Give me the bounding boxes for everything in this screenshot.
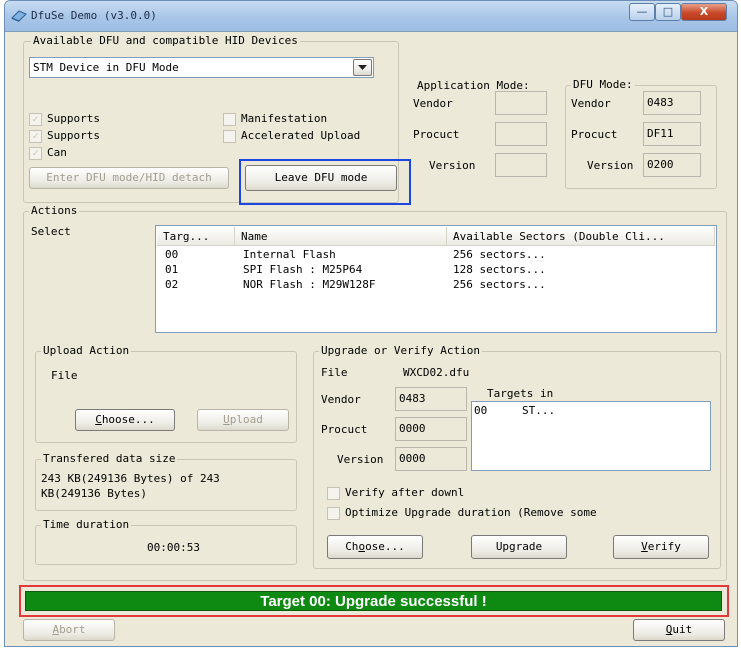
upgrade-file-value: WXCD02.dfu: [403, 366, 470, 379]
close-button[interactable]: X: [681, 3, 727, 21]
upgrade-verify-label: Upgrade or Verify Action: [319, 344, 482, 357]
transfer-size-value: 243 KB(249136 Bytes) of 243 KB(249136 By…: [41, 472, 220, 500]
abort-button[interactable]: Abort: [23, 619, 115, 641]
row-sectors: 128 sectors...: [453, 263, 546, 276]
app-icon: [11, 10, 27, 22]
row-name: Internal Flash: [243, 248, 336, 261]
upgrade-choose-button[interactable]: Choose...: [327, 535, 423, 559]
enter-dfu-mode-button[interactable]: Enter DFU mode/HID detach: [29, 167, 229, 189]
targets-in-label: Targets in: [487, 387, 554, 400]
dfuse-window: DfuSe Demo (v3.0.0) — □ X Available DFU …: [4, 0, 738, 647]
upgrade-vendor-field: 0483: [395, 387, 467, 411]
dfu-mode-label: DFU Mode:: [571, 78, 635, 91]
upgrade-button[interactable]: Upgrade: [471, 535, 567, 559]
device-select[interactable]: STM Device in DFU Mode: [29, 57, 374, 78]
upload-button[interactable]: Upload: [197, 409, 289, 431]
upgrade-product-field: 0000: [395, 417, 467, 441]
manifestation-label: Manifestation: [241, 112, 328, 125]
supports-label-2: Supports: [47, 129, 100, 142]
row-sectors: 256 sectors...: [453, 278, 546, 291]
time-duration-value: 00:00:53: [147, 541, 200, 554]
manifestation-checkbox[interactable]: [223, 113, 236, 126]
dfu-product-label: Procuct: [571, 128, 618, 141]
select-label: Select: [31, 225, 71, 238]
window-title: DfuSe Demo (v3.0.0): [31, 9, 157, 22]
upgrade-version-label: Version: [337, 453, 384, 466]
upload-action-label: Upload Action: [41, 344, 132, 357]
row-target: 00: [165, 248, 179, 261]
targets-list[interactable]: Targ... Name Available Sectors (Double C…: [155, 225, 717, 333]
dfu-vendor-field: 0483: [643, 91, 701, 115]
target-name: ST...: [522, 404, 556, 417]
supports-label-1: Supports: [47, 112, 100, 125]
upgrade-product-label: Procuct: [321, 423, 368, 436]
minimize-button[interactable]: —: [629, 3, 655, 21]
app-product-label: Procuct: [413, 128, 460, 141]
list-item[interactable]: 00 ST...: [474, 404, 708, 418]
verify-after-download-label: Verify after downl: [345, 486, 465, 499]
column-header-sectors[interactable]: Available Sectors (Double Cli...: [447, 227, 715, 246]
verify-button[interactable]: Verify: [613, 535, 709, 559]
device-select-value: STM Device in DFU Mode: [33, 61, 179, 74]
device-dropdown-button[interactable]: [353, 59, 372, 76]
row-sectors: 256 sectors...: [453, 248, 546, 261]
upgrade-vendor-label: Vendor: [321, 393, 361, 406]
column-header-target[interactable]: Targ...: [157, 227, 235, 246]
dfu-vendor-label: Vendor: [571, 97, 611, 110]
upload-choose-button[interactable]: Choose...: [75, 409, 175, 431]
row-name: NOR Flash : M29W128F: [243, 278, 376, 291]
dfu-product-field: DF11: [643, 122, 701, 146]
target-id: 00: [474, 404, 488, 417]
dfu-version-field: 0200: [643, 153, 701, 177]
targets-in-list[interactable]: 00 ST...: [471, 401, 711, 471]
row-target: 01: [165, 263, 179, 276]
supports-checkbox-1[interactable]: ✓: [29, 113, 42, 126]
maximize-button[interactable]: □: [655, 3, 681, 21]
transfer-size-label: Transfered data size: [41, 452, 178, 465]
highlight-leave-dfu: [239, 159, 411, 205]
title-bar[interactable]: DfuSe Demo (v3.0.0) — □ X: [5, 1, 737, 32]
optimize-upgrade-checkbox[interactable]: [327, 507, 340, 520]
quit-button[interactable]: Quit: [633, 619, 725, 641]
supports-checkbox-2[interactable]: ✓: [29, 130, 42, 143]
time-duration-label: Time duration: [41, 518, 132, 531]
app-version-label: Version: [429, 159, 476, 172]
app-vendor-label: Vendor: [413, 97, 453, 110]
chevron-down-icon: [358, 65, 367, 70]
table-row[interactable]: 02 NOR Flash : M29W128F 256 sectors...: [157, 278, 715, 293]
optimize-upgrade-label: Optimize Upgrade duration (Remove some: [345, 506, 597, 519]
row-name: SPI Flash : M25P64: [243, 263, 363, 276]
highlight-status: [19, 585, 729, 617]
upgrade-file-label: File: [321, 366, 348, 379]
column-header-name[interactable]: Name: [235, 227, 447, 246]
verify-after-download-checkbox[interactable]: [327, 487, 340, 500]
accelerated-upload-label: Accelerated Upload: [241, 129, 361, 142]
actions-label: Actions: [29, 204, 80, 217]
devices-group-label: Available DFU and compatible HID Devices: [31, 34, 300, 47]
accelerated-upload-checkbox[interactable]: [223, 130, 236, 143]
app-vendor-field: [495, 91, 547, 115]
app-product-field: [495, 122, 547, 146]
can-checkbox[interactable]: ✓: [29, 147, 42, 160]
table-row[interactable]: 00 Internal Flash 256 sectors...: [157, 248, 715, 263]
upgrade-version-field: 0000: [395, 447, 467, 471]
table-row[interactable]: 01 SPI Flash : M25P64 128 sectors...: [157, 263, 715, 278]
can-label: Can: [47, 146, 67, 159]
app-version-field: [495, 153, 547, 177]
upload-file-label: File: [51, 369, 78, 382]
row-target: 02: [165, 278, 179, 291]
dfu-version-label: Version: [587, 159, 634, 172]
